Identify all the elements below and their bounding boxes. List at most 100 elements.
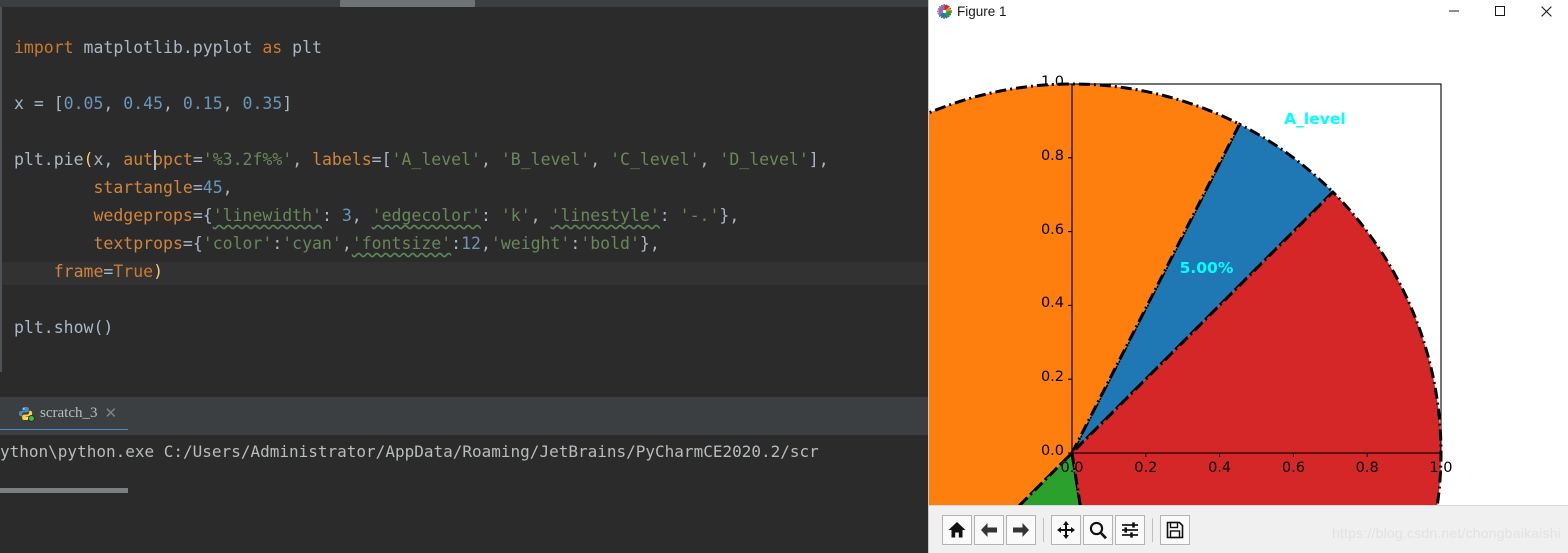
code-token: , [590, 150, 611, 169]
code-token: 12 [461, 234, 481, 253]
code-token: : [659, 206, 680, 225]
code-token: plt.show() [14, 318, 114, 337]
code-token: x, [93, 150, 124, 169]
code-token: , [699, 150, 720, 169]
code-token: , [530, 206, 551, 225]
matplotlib-logo-icon [937, 4, 952, 19]
run-tab-label: scratch_3 [40, 405, 98, 421]
code-token: 0.05 [63, 94, 104, 113]
home-icon[interactable] [942, 514, 972, 545]
code-token: x = [ [14, 94, 64, 113]
run-tab-bar [0, 397, 928, 430]
code-token: as [262, 38, 293, 57]
code-token: }, [639, 234, 660, 253]
text-caret [154, 150, 156, 170]
code-token: 0.15 [182, 94, 223, 113]
code-token: ={ [192, 206, 213, 225]
run-tool-window: scratch_3 ✕ ython\python.exe C:/Users/Ad… [0, 372, 928, 553]
editor-horizontal-scrollbar-thumb[interactable] [340, 0, 475, 7]
forward-arrow-icon[interactable] [1006, 514, 1036, 545]
y-axis-tick-label: 0.8 [1040, 147, 1064, 164]
save-floppy-icon[interactable] [1160, 514, 1190, 545]
code-token: =[ [371, 150, 392, 169]
figure-title-bar[interactable]: Figure 1 [929, 0, 1568, 22]
x-axis-tick-label: 0.8 [1355, 460, 1379, 476]
code-token: , [103, 94, 124, 113]
wedge-percent-a_level: 5.00% [1179, 258, 1234, 277]
maximize-icon [1495, 6, 1505, 16]
code-token: 'fontsize' [351, 234, 452, 253]
code-token: 'edgecolor' [371, 206, 481, 225]
code-token: 0.35 [242, 94, 283, 113]
minimize-icon [1449, 10, 1459, 12]
code-token: 'linestyle' [550, 206, 660, 225]
x-axis-tick-label: 0.6 [1281, 460, 1305, 476]
code-editor[interactable]: import matplotlib.pyplot as plt x = [0.05… [0, 7, 930, 372]
code-token: = [192, 150, 203, 169]
toolbar-separator-2 [1152, 517, 1153, 542]
wedge-label-a_level: A_level [1284, 109, 1346, 128]
code-token: 45 [202, 178, 223, 197]
code-token: ={ [182, 234, 203, 253]
code-token: frame [53, 262, 104, 281]
code-token: , [351, 206, 372, 225]
x-axis-tick-label: 0.0 [1060, 460, 1084, 476]
window-minimize-button[interactable] [1431, 0, 1477, 22]
pan-move-icon[interactable] [1051, 514, 1081, 545]
code-token: , [222, 178, 233, 197]
code-token: , [480, 150, 501, 169]
code-token: : [451, 234, 462, 253]
blog-watermark: https://blog.csdn.net/chongbaikaishi [1331, 525, 1561, 541]
console-horizontal-scrollbar-track[interactable] [0, 430, 928, 493]
code-token: 'weight' [490, 234, 571, 253]
window-maximize-button[interactable] [1477, 0, 1523, 22]
y-axis-tick-label: 0.6 [1040, 221, 1064, 238]
code-token: 3 [341, 206, 352, 225]
editor-horizontal-scrollbar-track[interactable] [0, 0, 928, 7]
code-line: frame=True) [14, 261, 163, 283]
zoom-magnifier-icon[interactable] [1083, 514, 1113, 545]
code-line: textprops={'color':'cyan','fontsize':12,… [14, 233, 660, 255]
code-token: 'D_level' [719, 150, 809, 169]
code-line: startangle=45, [14, 177, 233, 199]
console-output-line: ython\python.exe C:/Users/Administrator/… [0, 442, 819, 461]
code-token: , [480, 234, 491, 253]
code-token: , [163, 94, 183, 113]
code-token: plt.pie [14, 150, 84, 169]
y-axis-tick-label: 0.4 [1040, 295, 1064, 312]
y-axis-tick-label: 0.2 [1040, 369, 1064, 386]
code-token: '%3.2f%%' [202, 150, 293, 169]
code-token: 'linewidth' [212, 206, 322, 225]
back-arrow-icon[interactable] [974, 514, 1004, 545]
code-token: autopct [123, 150, 193, 169]
x-axis-tick-label: 1.0 [1429, 460, 1453, 476]
code-token: }, [719, 206, 740, 225]
run-tab-scratch3[interactable]: scratch_3 ✕ [10, 397, 125, 430]
figure-canvas[interactable]: 0.0 0.2 0.4 0.6 0.8 1.0 0.0 0.2 0.4 0.6 0.8 1.0 A_l… [929, 22, 1568, 505]
code-token: 'k' [500, 206, 531, 225]
code-token: 'C_level' [610, 150, 700, 169]
code-token: , [292, 150, 313, 169]
window-close-button[interactable] [1523, 0, 1568, 22]
subplot-sliders-icon[interactable] [1115, 514, 1145, 545]
code-token: : [570, 234, 581, 253]
toolbar-separator-1 [1043, 517, 1044, 542]
code-token: textprops [93, 234, 183, 253]
code-token: : [321, 206, 342, 225]
code-token: wedgeprops [93, 206, 193, 225]
matplotlib-figure-window: Figure 1 0.0 0.2 0.4 0.6 0.8 1.0 0.0 0.2… [928, 0, 1568, 553]
code-token: plt [292, 38, 322, 57]
code-line: x = [0.05, 0.45, 0.15, 0.35] [14, 93, 292, 115]
code-token: = [103, 262, 114, 281]
x-axis-tick-label: 0.2 [1134, 460, 1158, 476]
code-token: '-.' [679, 206, 720, 225]
run-tab-close-icon[interactable]: ✕ [104, 406, 117, 421]
y-axis-tick-label: 0.0 [1040, 443, 1064, 459]
code-token: : [480, 206, 501, 225]
code-token: import [14, 38, 84, 57]
console-horizontal-scrollbar-thumb[interactable] [0, 488, 128, 493]
code-token: , [222, 94, 243, 113]
code-token: ( [83, 150, 94, 169]
